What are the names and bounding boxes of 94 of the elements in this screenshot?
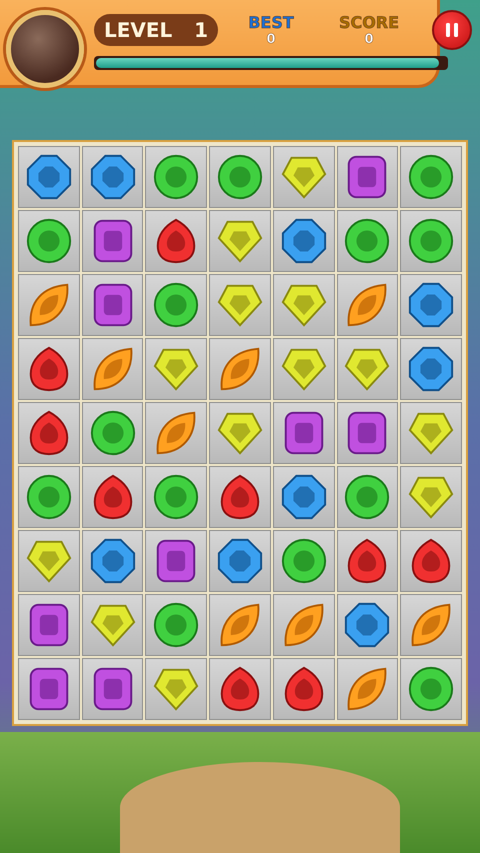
octagon-gem-icon [280,473,328,521]
circle-gem-icon [88,409,137,457]
circle-gem-icon [152,601,200,649]
board-tile[interactable] [336,594,398,656]
board-tile[interactable] [272,338,335,400]
board-tile[interactable] [145,274,208,336]
board-tile[interactable] [145,530,208,592]
board-tile[interactable] [18,594,80,656]
circle-gem-icon [343,473,392,521]
board-tile[interactable] [82,658,144,720]
octagon-gem-icon [88,537,137,585]
board-tile[interactable] [82,594,144,656]
circle-gem-icon [24,217,73,265]
circle-gem-icon [280,537,328,585]
octagon-gem-icon [343,601,392,649]
circle-gem-icon [216,153,264,201]
octagon-gem-icon [24,153,73,201]
board-tile[interactable] [209,530,271,592]
board-tile[interactable] [209,146,271,208]
octagon-gem-icon [407,281,456,329]
board-tile[interactable] [272,594,335,656]
board-tile[interactable] [336,466,398,528]
board-tile[interactable] [145,658,208,720]
board-tile[interactable] [272,658,335,720]
octagon-gem-icon [280,217,328,265]
board-tile[interactable] [272,402,335,464]
board-tile[interactable] [272,274,335,336]
board-tile[interactable] [18,402,80,464]
board-tile[interactable] [400,530,462,592]
board-tile[interactable] [209,274,271,336]
board-tile[interactable] [400,658,462,720]
circle-gem-icon [152,281,200,329]
board-tile[interactable] [209,594,271,656]
pause-button[interactable] [432,10,472,50]
circle-gem-icon [407,217,456,265]
board-tile[interactable] [400,338,462,400]
board-tile[interactable] [18,530,80,592]
board-tile[interactable] [336,210,398,272]
board-tile[interactable] [400,274,462,336]
best-label: BEST [248,13,294,32]
pause-icon [445,23,459,37]
score-label: SCORE [338,13,400,32]
board-tile[interactable] [18,338,80,400]
board-tile[interactable] [145,146,208,208]
board-tile[interactable] [272,210,335,272]
board-tile[interactable] [18,146,80,208]
board-tile[interactable] [82,210,144,272]
board-tile[interactable] [209,402,271,464]
level-number: 1 [194,18,208,42]
board-tile[interactable] [145,402,208,464]
board-tile[interactable] [209,466,271,528]
circle-gem-icon [152,153,200,201]
board-tile[interactable] [400,402,462,464]
board-tile[interactable] [400,594,462,656]
octagon-gem-icon [407,345,456,393]
board-tile[interactable] [82,146,144,208]
board-tile[interactable] [18,466,80,528]
board-tile[interactable] [336,338,398,400]
board-tile[interactable] [82,530,144,592]
board-tile[interactable] [336,530,398,592]
level-label: LEVEL [104,18,172,42]
board-tile[interactable] [145,594,208,656]
board-tile[interactable] [145,338,208,400]
board-tile[interactable] [400,146,462,208]
board-tile[interactable] [82,466,144,528]
board-tile[interactable] [18,274,80,336]
best-value: 0 [266,32,276,47]
board-tile[interactable] [82,402,144,464]
board-tile[interactable] [336,274,398,336]
circle-gem-icon [407,153,456,201]
circle-gem-icon [152,473,200,521]
board-tile[interactable] [145,466,208,528]
board-tile[interactable] [82,274,144,336]
board-tile[interactable] [400,210,462,272]
circle-gem-icon [24,473,73,521]
score-value: 0 [364,32,374,47]
board-tile[interactable] [18,658,80,720]
board-tile[interactable] [336,402,398,464]
board-tile[interactable] [272,466,335,528]
board-tile[interactable] [209,658,271,720]
board-tile[interactable] [336,658,398,720]
board-tile[interactable] [209,338,271,400]
octagon-gem-icon [216,537,264,585]
board-tile[interactable] [18,210,80,272]
board-tile[interactable] [272,530,335,592]
octagon-gem-icon [88,153,137,201]
circle-gem-icon [407,665,456,713]
board-tile[interactable] [336,146,398,208]
circle-gem-icon [343,217,392,265]
board-tile[interactable] [82,338,144,400]
board-tile[interactable] [145,210,208,272]
board-tile[interactable] [400,466,462,528]
board-tile[interactable] [209,210,271,272]
board-tile[interactable] [272,146,335,208]
